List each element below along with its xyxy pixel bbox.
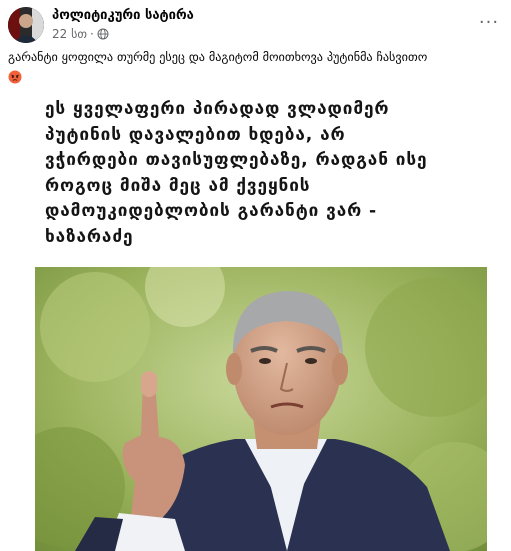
quote-text: ეს ყველაფერი პირადად ვლადიმერ პუტინის და… bbox=[45, 99, 428, 247]
politician-photo bbox=[35, 267, 487, 551]
photo-image bbox=[35, 267, 487, 551]
globe-icon bbox=[97, 28, 109, 40]
post-timestamp[interactable]: 22 სთ bbox=[52, 27, 87, 41]
post-meta: 22 სთ · bbox=[52, 27, 109, 41]
more-options-button[interactable]: ··· bbox=[475, 8, 503, 36]
avatar-image bbox=[8, 7, 44, 43]
angry-face-emoji bbox=[8, 70, 22, 84]
post-header: პოლიტიკური სატირა 22 სთ · ··· bbox=[0, 0, 511, 46]
shared-image-card[interactable]: ეს ყველაფერი პირადად ვლადიმერ პუტინის და… bbox=[35, 91, 487, 551]
post-caption: გარანტი ყოფილა თურმე ესეც და მაგიტომ მოი… bbox=[8, 50, 428, 64]
page-avatar[interactable] bbox=[8, 7, 44, 43]
page-name-link[interactable]: პოლიტიკური სატირა bbox=[52, 8, 194, 23]
more-dots-icon: ··· bbox=[478, 11, 500, 33]
